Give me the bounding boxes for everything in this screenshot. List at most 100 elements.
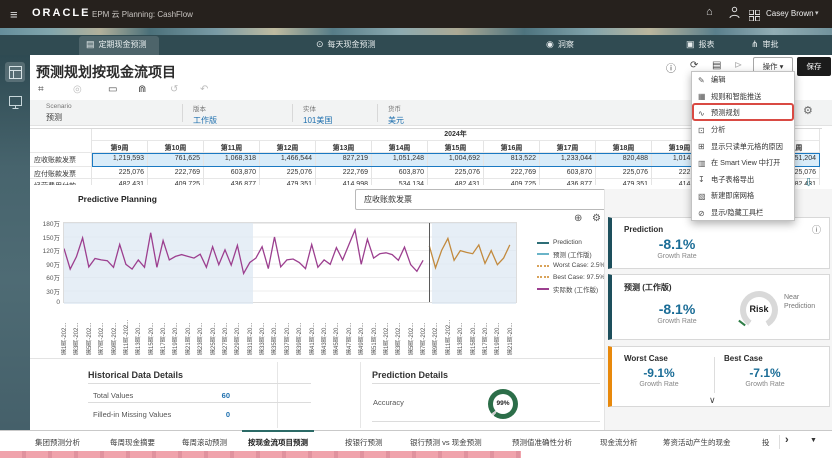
- menu-item-1[interactable]: ✎编辑: [692, 72, 794, 89]
- pov-member-value[interactable]: 美元: [388, 115, 404, 126]
- grid-cell[interactable]: 225,076: [428, 167, 484, 179]
- member-dropdown[interactable]: 应收账款发票 ▼: [355, 189, 645, 210]
- grid-cell[interactable]: 222,769: [316, 167, 372, 179]
- grid-cell[interactable]: 603,870: [540, 167, 596, 179]
- grid-cell[interactable]: 603,870: [372, 167, 428, 179]
- grid-cell[interactable]: 225,076: [596, 167, 652, 179]
- grid-cell[interactable]: 1,233,044: [540, 153, 596, 167]
- bottom-tab-5[interactable]: 按银行预测: [345, 437, 383, 448]
- actions-caret-icon: ▾: [780, 62, 784, 71]
- grid-cell[interactable]: 436,877: [540, 179, 596, 185]
- grid-column-header[interactable]: 第18周: [596, 141, 652, 153]
- save-button[interactable]: 保存: [797, 57, 831, 76]
- grid-column-header[interactable]: 第13周: [316, 141, 372, 153]
- nav-tab-5[interactable]: ⋔审批: [751, 39, 779, 55]
- grid-cell[interactable]: 482,431: [92, 179, 148, 185]
- grid-cell[interactable]: 827,219: [316, 153, 372, 167]
- menu-item-5[interactable]: ⊞显示只读单元格的原因: [692, 138, 794, 155]
- grid-cell[interactable]: 436,877: [204, 179, 260, 185]
- person-icon[interactable]: [729, 6, 740, 24]
- bottom-tab-1[interactable]: 集团预测分析: [35, 437, 80, 448]
- pov-gear-icon[interactable]: ⚙: [803, 104, 813, 117]
- menu-item-8[interactable]: ▧新建即席网格: [692, 188, 794, 205]
- bottom-tab-3[interactable]: 每周滚动预测: [182, 437, 227, 448]
- dashboard-panel-icon[interactable]: [5, 92, 25, 112]
- chart-settings-icon[interactable]: ⚙: [592, 213, 601, 224]
- grid-cell[interactable]: 479,351: [596, 179, 652, 185]
- nav-tab-1[interactable]: ▤定期现金预测: [86, 39, 147, 55]
- grid-cell[interactable]: 1,051,248: [372, 153, 428, 167]
- tabs-list-caret-icon[interactable]: ▼: [810, 437, 817, 444]
- rules-icon[interactable]: ▤: [712, 60, 721, 71]
- pov-member-value[interactable]: 101美国: [303, 115, 332, 126]
- grid-column-header[interactable]: 第11周: [204, 141, 260, 153]
- bottom-tab-8[interactable]: 现金流分析: [600, 437, 638, 448]
- nav-tab-4[interactable]: ▣报表: [686, 39, 715, 55]
- x-axis-tick: 第19周-20...: [493, 307, 502, 355]
- download-icon[interactable]: ⇩: [804, 176, 813, 189]
- prediction-chart[interactable]: [63, 222, 517, 303]
- grid-cell[interactable]: 479,351: [260, 179, 316, 185]
- grid-cell[interactable]: 414,998: [316, 179, 372, 185]
- bottom-tab-2[interactable]: 每周现金摘要: [110, 437, 155, 448]
- pov-member-value[interactable]: 工作版: [193, 115, 217, 126]
- user-caret-icon[interactable]: ▾: [815, 9, 819, 17]
- grid-row-header[interactable]: 应付账款发票: [30, 167, 92, 179]
- move-icon[interactable]: ⊳: [734, 60, 742, 71]
- grid-cell[interactable]: 1,068,318: [204, 153, 260, 167]
- expand-chevron-icon[interactable]: ∨: [709, 395, 716, 406]
- grid-cell[interactable]: 225,076: [260, 167, 316, 179]
- grid-row-header[interactable]: 经营费用付款: [30, 179, 92, 185]
- grid-cell[interactable]: 1,219,593: [92, 153, 148, 167]
- bottom-tab-7[interactable]: 预测值准确性分析: [512, 437, 572, 448]
- adjust-icon[interactable]: ⌗: [38, 84, 44, 95]
- grid-cell[interactable]: 225,076: [92, 167, 148, 179]
- comment-icon[interactable]: ▭: [108, 84, 117, 95]
- grid-row-header[interactable]: 应收账款发票: [30, 153, 92, 167]
- menu-item-7[interactable]: ↧电子表格导出: [692, 172, 794, 189]
- info-icon[interactable]: ⓘ: [666, 60, 676, 75]
- grid-column-header[interactable]: 第14周: [372, 141, 428, 153]
- grid-column-header[interactable]: 第15周: [428, 141, 484, 153]
- menu-item-9[interactable]: ⊘显示/隐藏工具栏: [692, 205, 794, 222]
- grid-column-header[interactable]: 第10周: [148, 141, 204, 153]
- nav-tab-3[interactable]: ◉洞察: [546, 39, 574, 55]
- grid-column-header[interactable]: 第9周: [92, 141, 148, 153]
- grid-column-header[interactable]: 第16周: [484, 141, 540, 153]
- menu-item-6[interactable]: ▥在 Smart View 中打开: [692, 155, 794, 172]
- grid-cell[interactable]: 761,625: [148, 153, 204, 167]
- app-grid-icon[interactable]: [749, 8, 760, 19]
- nav-tab-2[interactable]: ⊙每天现金预测: [316, 39, 376, 55]
- hamburger-menu-icon[interactable]: ≡: [10, 7, 18, 22]
- hierarchy-icon[interactable]: ⋒: [138, 84, 146, 95]
- chart-zoom-icon[interactable]: ⊕: [574, 213, 582, 224]
- bottom-tab-4[interactable]: 按现金流项目预测: [248, 437, 308, 448]
- grid-cell[interactable]: 813,522: [484, 153, 540, 167]
- grid-cell[interactable]: 820,488: [596, 153, 652, 167]
- menu-item-4[interactable]: ⊡分析: [692, 122, 794, 139]
- user-menu[interactable]: Casey Brown: [766, 9, 814, 18]
- home-icon[interactable]: ⌂: [706, 6, 713, 18]
- grid-cell[interactable]: 482,431: [428, 179, 484, 185]
- grid-cell[interactable]: 534,134: [372, 179, 428, 185]
- x-axis-tick: 第1周-202...: [382, 307, 391, 355]
- grid-column-header[interactable]: 第17周: [540, 141, 596, 153]
- refresh-icon[interactable]: ⟳: [690, 60, 698, 71]
- forms-panel-icon[interactable]: [5, 62, 25, 82]
- grid-column-header[interactable]: 第12周: [260, 141, 316, 153]
- pov-member-value[interactable]: 预测: [46, 112, 72, 123]
- grid-cell[interactable]: 409,725: [484, 179, 540, 185]
- grid-cell[interactable]: 1,466,544: [260, 153, 316, 167]
- info-icon[interactable]: ⓘ: [812, 223, 821, 236]
- grid-cell[interactable]: 222,769: [148, 167, 204, 179]
- bottom-tab-10[interactable]: 投: [762, 437, 776, 448]
- grid-cell[interactable]: 222,769: [484, 167, 540, 179]
- bottom-tab-6[interactable]: 银行预测 vs 现金预测: [410, 437, 482, 448]
- grid-cell[interactable]: 1,004,692: [428, 153, 484, 167]
- bottom-tab-9[interactable]: 筹资活动产生的现金: [663, 437, 731, 448]
- menu-item-2[interactable]: ▦规则和智能推送: [692, 89, 794, 106]
- menu-item-3[interactable]: ∿预测规划: [692, 105, 794, 122]
- grid-cell[interactable]: 603,870: [204, 167, 260, 179]
- grid-cell[interactable]: 409,725: [148, 179, 204, 185]
- tabs-scroll-right-icon[interactable]: ›: [785, 434, 789, 446]
